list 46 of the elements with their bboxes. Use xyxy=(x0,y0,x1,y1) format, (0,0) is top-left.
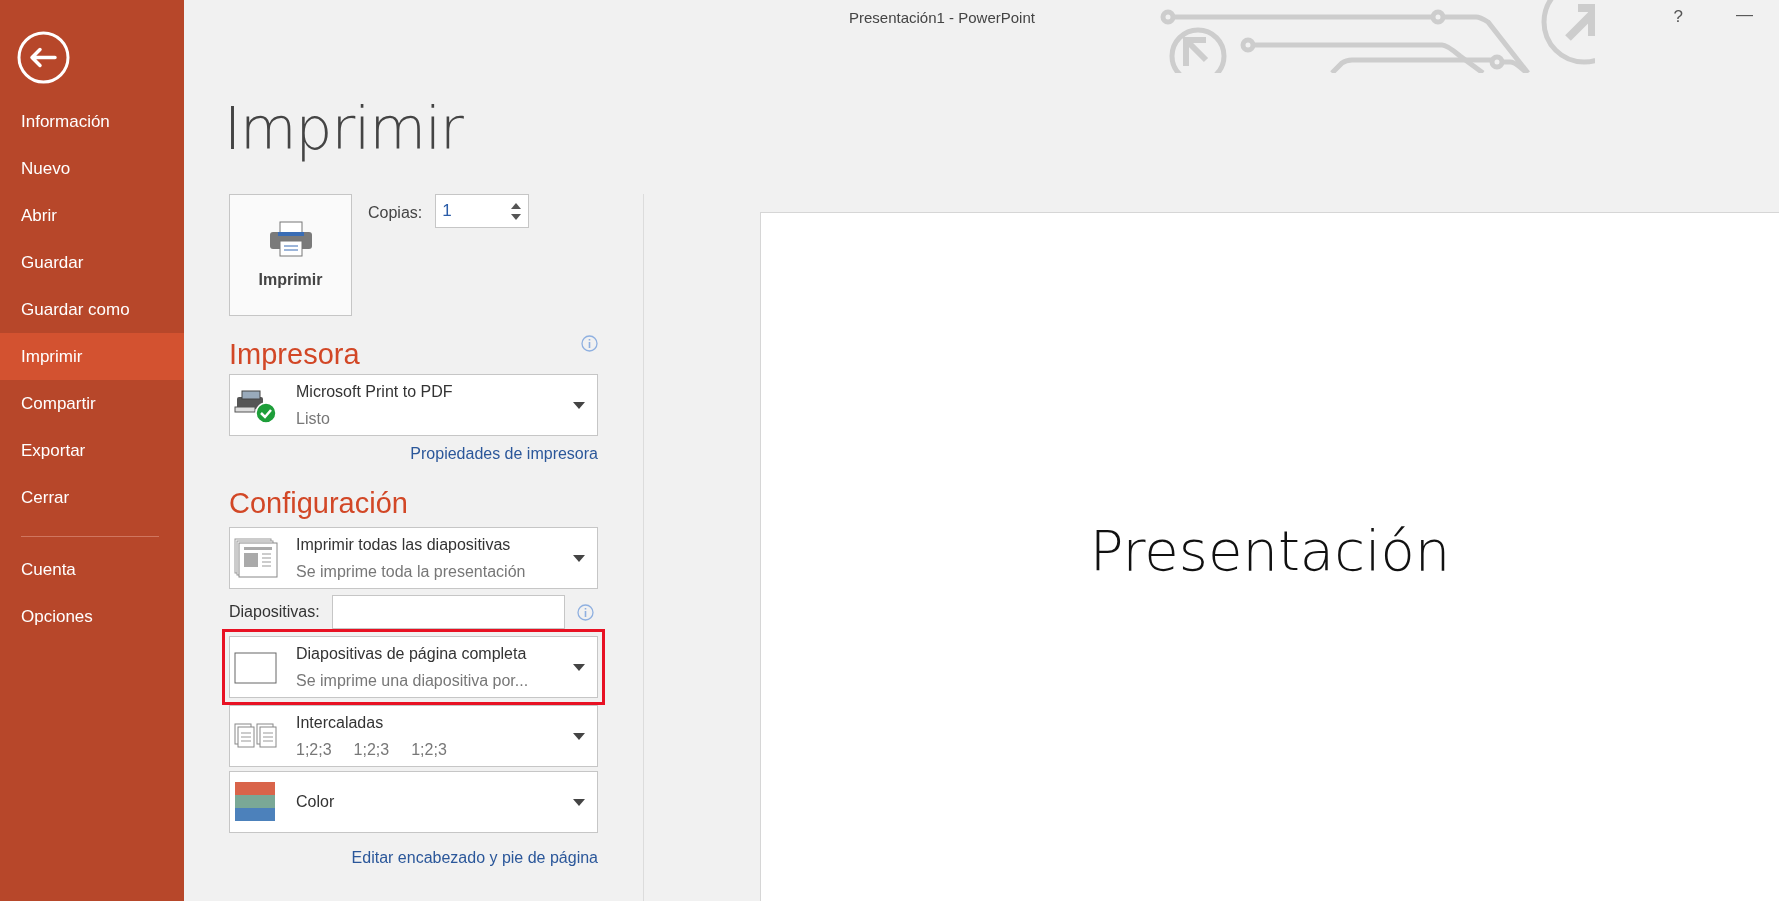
dropdown-detail: Se imprime una diapositiva por... xyxy=(296,671,529,690)
dropdown[interactable]: Color xyxy=(229,771,598,833)
caret-icon xyxy=(573,798,585,806)
dropdown-detail: 1;2;3 xyxy=(296,740,332,759)
printer-properties-link[interactable]: Propiedades de impresora xyxy=(410,445,598,463)
menu-item[interactable]: Cuenta xyxy=(0,546,184,593)
dropdown-detail: 1;2;3 xyxy=(411,740,447,759)
slides-label: Diapositivas: xyxy=(229,603,320,621)
slides-input-field[interactable] xyxy=(331,595,565,629)
help-button[interactable]: ? xyxy=(1667,6,1689,28)
menu-item[interactable]: Nuevo xyxy=(0,145,184,192)
printer-icon xyxy=(268,221,313,257)
copies-label: Copias: xyxy=(368,204,423,222)
menu-item[interactable]: Imprimir xyxy=(0,333,184,380)
dropdown-detail: Se imprime toda la presentación xyxy=(296,562,526,581)
slide-title: Presentación xyxy=(1089,518,1451,585)
up-arrow-icon[interactable] xyxy=(510,201,523,210)
menu-item[interactable]: Guardar como xyxy=(0,286,184,333)
dropdown-detail: 1;2;3 xyxy=(353,740,390,759)
dropdown[interactable]: Diapositivas de página completa Se imprime una diapositiva por... xyxy=(229,636,598,698)
caret-icon xyxy=(573,401,585,409)
menu-item[interactable]: Abrir xyxy=(0,192,184,239)
slides-stack-icon xyxy=(234,538,278,578)
menu-item[interactable]: Guardar xyxy=(0,239,184,286)
menu-item[interactable]: Compartir xyxy=(0,380,184,427)
section-heading: Impresora xyxy=(229,337,360,372)
minimize-button[interactable]: — xyxy=(1730,4,1759,26)
dropdown[interactable]: Microsoft Print to PDF Listo xyxy=(229,374,598,436)
dropdown[interactable]: Intercaladas 1;2;3 1;2;3 1;2;3 xyxy=(229,705,598,767)
page-title: Imprimir xyxy=(224,94,465,164)
edit-header-footer-link[interactable]: Editar encabezado y pie de página xyxy=(351,849,598,867)
caret-icon xyxy=(573,663,585,671)
menu-item[interactable]: Cerrar xyxy=(0,474,184,521)
window-title: Presentación1 - PowerPoint xyxy=(849,9,1035,26)
color-bars-icon xyxy=(234,782,278,822)
menu-item[interactable]: Opciones xyxy=(0,593,184,640)
dropdown[interactable]: Imprimir todas las diapositivas Se imprime toda la presentación xyxy=(229,527,598,589)
dropdown-detail: Listo xyxy=(296,409,330,428)
menu-item[interactable]: Información xyxy=(0,98,184,145)
caret-icon xyxy=(573,554,585,562)
down-arrow-icon[interactable] xyxy=(510,212,523,221)
print-button[interactable]: Imprimir xyxy=(229,194,352,316)
menu-item[interactable]: Exportar xyxy=(0,427,184,474)
section-heading: Configuración xyxy=(229,486,408,521)
caret-icon xyxy=(573,732,585,740)
copies-spinner[interactable]: 1 xyxy=(435,194,530,228)
